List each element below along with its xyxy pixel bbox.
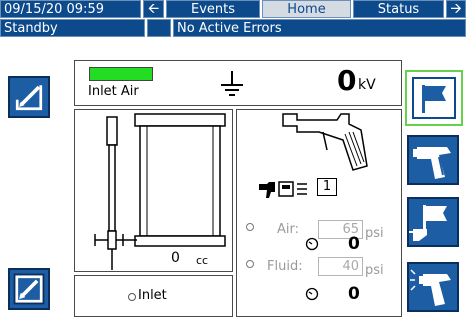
datetime-display: 09/15/20 09:59 xyxy=(0,0,141,18)
inlet-panel: Inlet xyxy=(74,275,233,317)
spray-gun-icon xyxy=(282,113,368,171)
inlet-air-label: Inlet Air xyxy=(88,84,139,99)
error-status: No Active Errors xyxy=(173,19,466,37)
gun-number: 1 xyxy=(317,178,337,196)
fluid-radio-icon xyxy=(246,260,254,268)
screen-edit-button[interactable] xyxy=(8,268,50,310)
gun-trigger-icon xyxy=(413,147,451,179)
gun-flush-icon xyxy=(409,205,447,241)
volume-value: 0 xyxy=(171,250,180,266)
voltage-unit: kV xyxy=(358,77,376,93)
fluid-gauge-icon xyxy=(305,287,319,301)
pump-diagram-icon xyxy=(94,113,226,270)
inlet-label: Inlet xyxy=(138,288,167,303)
fluid-label: Fluid: xyxy=(267,259,303,274)
tab-events[interactable]: Events xyxy=(166,0,260,18)
pump-panel: 0 cc xyxy=(74,109,233,272)
volume-unit: cc xyxy=(196,254,209,267)
air-unit: psi xyxy=(365,226,384,241)
inlet-voltage-panel: Inlet Air 0 kV xyxy=(74,60,402,106)
gun-module-icon xyxy=(259,181,307,198)
gun-flush-button[interactable] xyxy=(407,197,459,247)
setup-button[interactable] xyxy=(8,76,50,118)
gun-spray-icon xyxy=(410,269,451,306)
left-arrow-icon: 🡨 xyxy=(147,1,160,17)
indicator-fill xyxy=(90,68,152,80)
tab-home[interactable]: Home xyxy=(262,0,351,18)
fluid-setpoint-field[interactable]: 40 xyxy=(318,257,363,276)
status-spacer xyxy=(147,19,171,37)
voltage-value: 0 xyxy=(337,64,357,97)
right-arrow-icon: 🡪 xyxy=(450,1,462,17)
fluid-unit: psi xyxy=(365,263,384,278)
tab-status[interactable]: Status xyxy=(353,0,444,18)
flag-gun-button[interactable] xyxy=(405,70,463,126)
inlet-radio-icon xyxy=(128,293,136,301)
fluid-actual-value: 0 xyxy=(348,284,360,304)
flag-gun-icon xyxy=(422,85,446,113)
air-gauge-icon xyxy=(305,237,319,251)
next-tab-button[interactable]: 🡪 xyxy=(446,0,466,18)
air-actual-value: 0 xyxy=(348,234,360,254)
flag-gun-inner xyxy=(412,77,456,119)
system-status: Standby xyxy=(0,19,145,37)
air-label: Air: xyxy=(277,222,300,237)
prev-tab-button[interactable]: 🡨 xyxy=(143,0,164,18)
gun-spray-button[interactable] xyxy=(407,262,459,312)
edit-setup-icon xyxy=(13,81,45,113)
inlet-air-indicator xyxy=(89,67,153,81)
edit-screen-icon xyxy=(13,273,45,305)
air-radio-icon xyxy=(246,223,254,231)
gun-panel: 1 Air: 65 psi 0 Fluid: 40 psi 0 xyxy=(236,109,402,317)
gun-trigger-button[interactable] xyxy=(407,135,459,185)
ground-icon xyxy=(221,71,243,96)
